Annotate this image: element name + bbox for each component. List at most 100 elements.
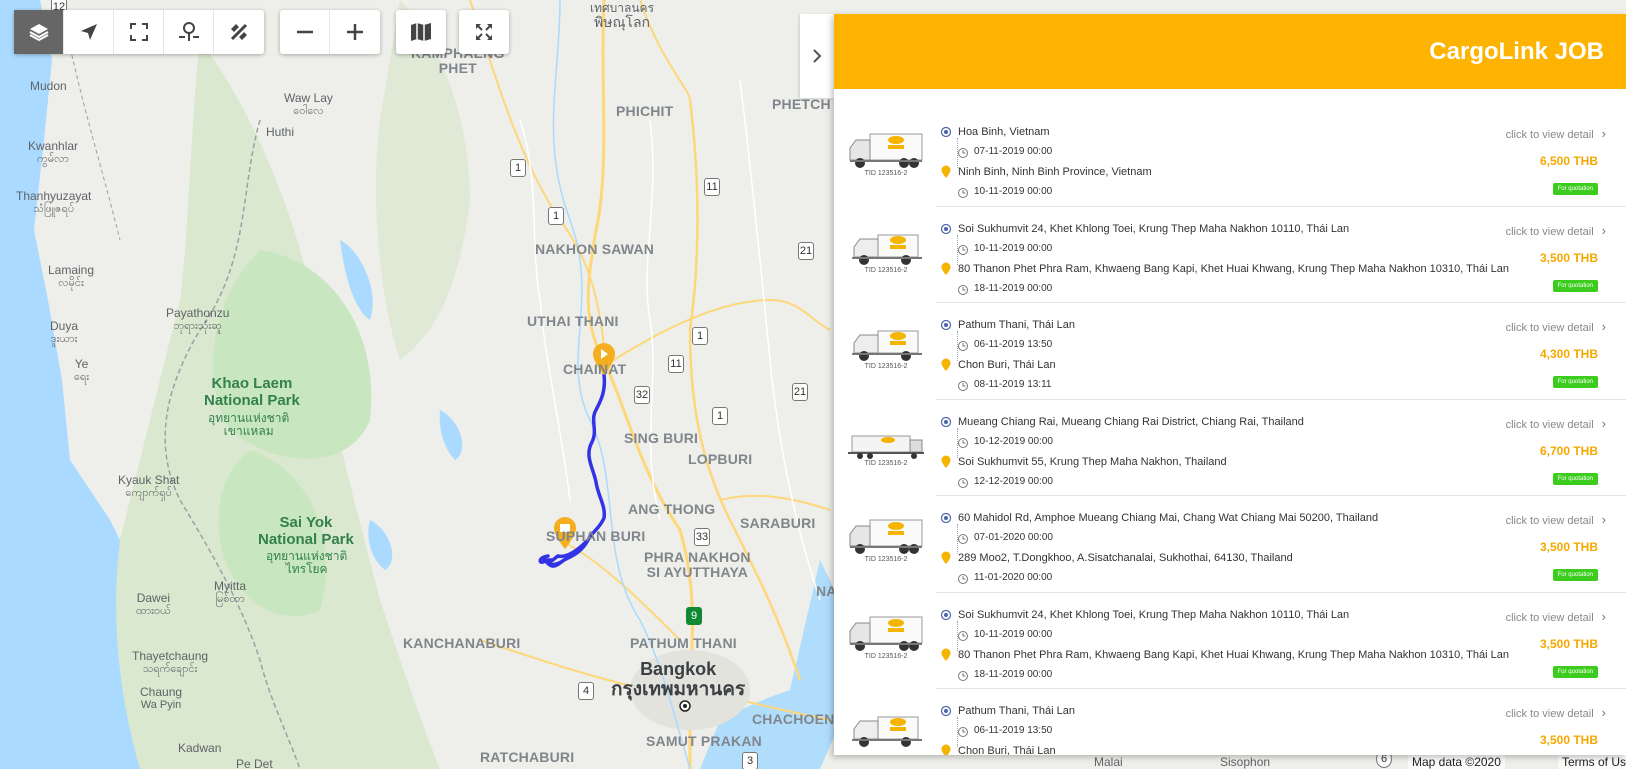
view-detail-link[interactable]: click to view detail › — [1506, 223, 1606, 238]
map-label-park: Khao Laem National Park — [204, 375, 300, 409]
location-pin-icon — [178, 22, 199, 41]
job-origin: 60 Mahidol Rd, Amphoe Mueang Chiang Mai,… — [940, 512, 1378, 524]
map-label: Payathonzu ဘုရားသုံးဆူ — [166, 306, 230, 333]
map-label: Kyauk Shat ကျောက်ရှပ် — [118, 473, 180, 500]
road-shield: 11 — [668, 355, 684, 373]
layers-button[interactable] — [14, 10, 64, 54]
map-label: Mudon — [30, 79, 67, 93]
job-origin: Mueang Chiang Rai, Mueang Chiang Rai Dis… — [940, 416, 1304, 428]
job-origin: Pathum Thani, Thái Lan — [940, 705, 1075, 717]
origin-dot-icon — [940, 126, 952, 138]
dropoff-time: 12-12-2019 00:00 — [974, 475, 1053, 487]
job-card[interactable]: TID 123516-2 Mueang Chiang Rai, Mueang Ch… — [848, 400, 1626, 496]
quotation-badge[interactable]: For quotation — [1552, 279, 1598, 292]
map-label-park: อุทยานแห่งชาติ เขาแหลม — [208, 411, 290, 439]
fullscreen-button[interactable] — [459, 10, 509, 54]
map-type-button[interactable] — [396, 10, 446, 54]
origin-address: Hoa Binh, Vietnam — [958, 126, 1050, 138]
view-detail-link[interactable]: click to view detail › — [1506, 319, 1606, 334]
chevron-right-icon: › — [1601, 705, 1606, 720]
map-label: Dawei ထားဝယ် — [136, 591, 171, 618]
box-truck-icon — [848, 126, 926, 174]
panel-title: CargoLink JOB — [1429, 37, 1604, 65]
dropoff-time: 08-11-2019 13:11 — [974, 379, 1052, 390]
chevron-right-icon: › — [1601, 415, 1606, 431]
destination-address: 80 Thanon Phet Phra Ram, Khwaeng Bang Ka… — [958, 648, 1509, 661]
map-label: KANCHANABURI — [403, 635, 521, 651]
view-detail-link[interactable]: click to view detail › — [1506, 609, 1606, 624]
zoom-toolbar — [280, 10, 380, 54]
quotation-badge[interactable]: For quotation — [1552, 183, 1598, 195]
clock-icon — [958, 188, 968, 198]
truck-id: TID 123516-2 — [864, 652, 908, 660]
app-root: เทศบาลนคร พิษณุโลก KAMPHAENG PHET PHICHIT … — [0, 0, 1626, 769]
job-origin: Pathum Thani, Thái Lan — [940, 319, 1076, 331]
map-label: Waw Lay ဝေါလေ — [284, 91, 333, 118]
location-pin-button[interactable] — [164, 10, 214, 54]
destination-address: Ninh Binh, Ninh Binh Province, Vietnam — [958, 166, 1152, 178]
map-label: Myitta မြစ်တာ — [214, 579, 247, 606]
map-label: CHAINAT — [563, 361, 627, 377]
map-label: RATCHABURI — [480, 749, 575, 765]
quotation-badge[interactable]: For quotation — [1552, 569, 1598, 581]
job-destination: Soi Sukhumvit 55, Krung Thep Maha Nakhon… — [941, 455, 1227, 468]
view-detail-link[interactable]: click to view detail › — [1506, 512, 1606, 527]
pickup-truck-icon — [848, 319, 926, 367]
navigate-button[interactable] — [64, 10, 114, 54]
job-card[interactable]: TID 123516-2 Soi Sukhumvit 24, Khet Khlon… — [852, 207, 1626, 303]
box-truck-icon — [848, 609, 926, 657]
pickup-time: 10-12-2019 00:00 — [974, 435, 1053, 447]
quotation-badge[interactable]: For quotation — [1552, 472, 1598, 485]
view-detail-link[interactable]: click to view detail › — [1506, 416, 1606, 431]
pickup-time: 06-11-2019 13:50 — [974, 725, 1053, 736]
road-shield: 9 — [686, 607, 702, 625]
map-label: PHICHIT — [616, 103, 674, 119]
clock-icon — [958, 477, 968, 488]
bangkok-marker-icon — [679, 699, 691, 717]
dropoff-time: 18-11-2019 00:00 — [974, 668, 1053, 680]
job-card[interactable]: TID 123516-2 60 Mahidol Rd, Amphoe Mueang… — [849, 496, 1626, 593]
map-label: ANG THONG — [628, 501, 716, 517]
view-detail-link[interactable]: click to view detail › — [1506, 126, 1606, 141]
truck-id: TID 123516-2 — [864, 266, 908, 274]
map-label: Thayetchaung သရက်ချောင်း — [132, 649, 209, 676]
box-truck-icon — [848, 512, 926, 560]
dropoff-time: 11-01-2020 00:00 — [974, 572, 1053, 583]
origin-address: Soi Sukhumvit 24, Khet Khlong Toei, Krun… — [958, 608, 1350, 621]
chevron-right-icon: › — [1601, 222, 1606, 238]
panel-header: CargoLink JOB — [834, 14, 1626, 89]
map-label-park: Sai Yok National Park — [258, 514, 354, 548]
measure-tools-icon — [230, 23, 248, 41]
job-card[interactable]: Pathum Thani, Thái Lan 06-11-2019 13:50 Ch… — [852, 689, 1626, 755]
origin-address: Pathum Thani, Thái Lan — [958, 319, 1076, 331]
zoom-in-button[interactable] — [330, 10, 380, 54]
destination-pin-icon — [941, 744, 951, 755]
view-detail-link[interactable]: click to view detail › — [1506, 705, 1606, 720]
navigate-arrow-icon — [80, 24, 97, 40]
clock-icon — [958, 670, 968, 681]
job-card[interactable]: TID 123516-2 Pathum Thani, Thái Lan 06-11-… — [852, 303, 1626, 400]
measure-tools-button[interactable] — [214, 10, 264, 54]
frame-button[interactable] — [114, 10, 164, 54]
quotation-badge[interactable]: For quotation — [1552, 665, 1598, 678]
job-price: 4,300 THB — [1539, 347, 1598, 361]
destination-address: 289 Moo2, T.Dongkhoo, A.Sisatchanalai, S… — [958, 552, 1293, 564]
map-label: Lamaing လမိုင်း — [48, 263, 95, 290]
job-origin: Soi Sukhumvit 24, Khet Khlong Toei, Krun… — [940, 223, 1349, 235]
job-card[interactable]: TID 123516-2 Soi Sukhumvit 24, Khet Khlon… — [849, 593, 1626, 689]
quotation-badge[interactable]: For quotation — [1552, 376, 1598, 388]
map-label-park: อุทยานแห่งชาติ ไทรโยค — [266, 549, 348, 577]
map-label: Pe Det — [236, 757, 273, 769]
origin-dot-icon — [940, 223, 952, 234]
frame-icon — [129, 23, 148, 41]
job-dropoff-time: 18-11-2019 00:00 — [958, 668, 1053, 681]
panel-collapse-button[interactable] — [800, 14, 834, 98]
clock-icon — [958, 437, 968, 448]
job-card[interactable]: TID 123516-2 Hoa Binh, Vietnam 07-11-2019 … — [849, 110, 1626, 207]
chevron-right-icon — [813, 49, 822, 63]
zoom-out-button[interactable] — [280, 10, 330, 54]
job-destination: 80 Thanon Phet Phra Ram, Khwaeng Bang Ka… — [941, 262, 1509, 275]
destination-address: Chon Buri, Thái Lan — [958, 745, 1056, 755]
clock-icon — [958, 341, 968, 351]
terms-link[interactable]: Terms of Us — [1558, 755, 1626, 769]
